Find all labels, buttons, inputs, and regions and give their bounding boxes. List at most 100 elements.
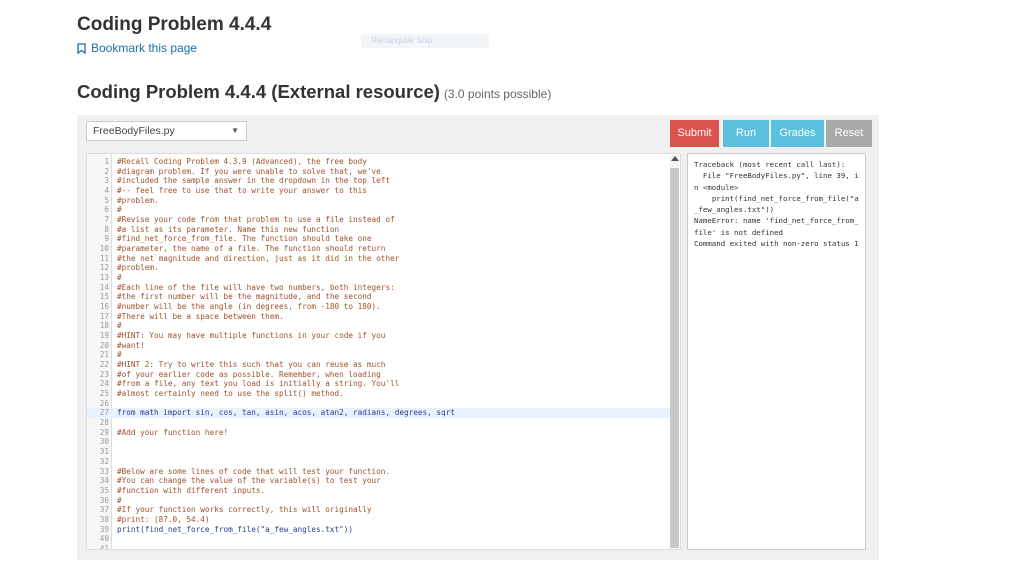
code-line[interactable]: 25 #almost certainly need to use the spli… [87, 389, 670, 399]
code-line[interactable]: 19 #HINT: You may have multiple functions… [87, 331, 670, 341]
section-title: Coding Problem 4.4.4 (External resource)… [77, 81, 551, 103]
code-line[interactable]: 28 [87, 418, 670, 428]
line-number: 33 [99, 466, 109, 476]
line-number: 16 [99, 302, 109, 312]
line-number: 29 [99, 427, 109, 437]
code-line[interactable]: 37 #If your function works correctly, thi… [87, 505, 670, 515]
code-line[interactable]: 27 from math import sin, cos, tan, asin, … [87, 408, 670, 419]
code-line[interactable]: 12 #problem. [87, 263, 670, 273]
code-text: #diagram problem. If you were unable to … [117, 166, 381, 176]
code-text: #You can change the value of the variabl… [117, 476, 381, 486]
line-number: 32 [99, 456, 109, 466]
code-line[interactable]: 8 #a list as its parameter. Name this new… [87, 225, 670, 235]
code-line[interactable]: 13 # [87, 273, 670, 283]
code-text: #the first number will be the magnitude,… [117, 292, 372, 302]
line-number: 38 [99, 514, 109, 524]
line-number: 10 [99, 244, 109, 254]
line-number: 6 [104, 205, 109, 215]
code-text: #number will be the angle (in degrees, f… [117, 302, 381, 312]
code-text: #Revise your code from that problem to u… [117, 215, 395, 225]
snip-tooltip: Rectangular Snip [361, 34, 489, 48]
code-line[interactable]: 17 #There will be a space between them. [87, 312, 670, 322]
file-select[interactable]: FreeBodyFiles.py ▼ [86, 121, 247, 141]
scroll-up-arrow-icon[interactable] [671, 156, 679, 161]
code-text: #problem. [117, 195, 159, 205]
line-number: 26 [99, 398, 109, 408]
code-text: # [117, 205, 122, 215]
code-line[interactable]: 15 #the first number will be the magnitud… [87, 292, 670, 302]
code-line[interactable]: 26 [87, 399, 670, 409]
code-line[interactable]: 1 #Recall Coding Problem 4.3.9 (Advanced)… [87, 157, 670, 167]
code-text: #If your function works correctly, this … [117, 505, 372, 515]
code-line[interactable]: 20 #want! [87, 341, 670, 351]
code-line[interactable]: 10 #parameter, the name of a file. The fu… [87, 244, 670, 254]
code-text: #find_net_force_from_file. The function … [117, 234, 372, 244]
line-number: 41 [99, 543, 109, 550]
line-number: 36 [99, 495, 109, 505]
code-line[interactable]: 14 #Each line of the file will have two n… [87, 283, 670, 293]
run-button[interactable]: Run [723, 120, 769, 147]
code-text: print(find_net_force_from_file("a_few_an… [117, 524, 354, 534]
grades-button[interactable]: Grades [771, 120, 824, 147]
code-line[interactable]: 22 #HINT 2: Try to write this such that y… [87, 360, 670, 370]
code-line[interactable]: 36 # [87, 496, 670, 506]
code-line[interactable]: 32 [87, 457, 670, 467]
code-line[interactable]: 5 #problem. [87, 196, 670, 206]
code-line[interactable]: 33 #Below are some lines of code that wil… [87, 467, 670, 477]
line-number: 19 [99, 331, 109, 341]
code-line[interactable]: 35 #function with different inputs. [87, 486, 670, 496]
code-line[interactable]: 3 #included the sample answer in the drop… [87, 176, 670, 186]
code-line[interactable]: 4 #-- feel free to use that to write your… [87, 186, 670, 196]
code-text: #function with different inputs. [117, 485, 266, 495]
code-text: #included the sample answer in the dropd… [117, 176, 391, 186]
line-number: 23 [99, 369, 109, 379]
code-line[interactable]: 34 #You can change the value of the varia… [87, 476, 670, 486]
line-number: 34 [99, 476, 109, 486]
code-line[interactable]: 29 #Add your function here! [87, 428, 670, 438]
reset-button[interactable]: Reset [826, 120, 872, 147]
code-line[interactable]: 24 #from a file, any text you load is ini… [87, 379, 670, 389]
code-text: #parameter, the name of a file. The func… [117, 244, 386, 254]
code-line[interactable]: 16 #number will be the angle (in degrees,… [87, 302, 670, 312]
code-text: from math import sin, cos, tan, asin, ac… [117, 408, 455, 418]
line-number: 3 [104, 176, 109, 186]
code-text: # [117, 273, 122, 283]
code-text: #Below are some lines of code that will … [117, 466, 391, 476]
code-line[interactable]: 2 #diagram problem. If you were unable to… [87, 167, 670, 177]
code-text: #the net magnitude and direction, just a… [117, 253, 400, 263]
section-title-text: Coding Problem 4.4.4 (External resource) [77, 81, 440, 102]
code-text: # [117, 350, 122, 360]
code-editor[interactable]: 1 #Recall Coding Problem 4.3.9 (Advanced)… [86, 153, 681, 550]
line-number: 21 [99, 350, 109, 360]
bookmark-label: Bookmark this page [91, 41, 198, 55]
line-number: 7 [104, 215, 109, 225]
code-line[interactable]: 30 [87, 437, 670, 447]
code-line[interactable]: 39 print(find_net_force_from_file("a_few_… [87, 525, 670, 535]
line-number: 25 [99, 389, 109, 399]
line-number: 39 [99, 524, 109, 534]
code-line[interactable]: 11 #the net magnitude and direction, just… [87, 254, 670, 264]
code-line[interactable]: 21 # [87, 350, 670, 360]
line-number: 11 [99, 253, 109, 263]
code-lines: 1 #Recall Coding Problem 4.3.9 (Advanced)… [87, 157, 670, 550]
line-number: 35 [99, 485, 109, 495]
code-line[interactable]: 41 [87, 543, 670, 550]
code-line[interactable]: 9 #find_net_force_from_file. The function… [87, 234, 670, 244]
submit-button[interactable]: Submit [670, 120, 719, 147]
code-line[interactable]: 38 #print: (87.0, 54.4) [87, 515, 670, 525]
code-text: #There will be a space between them. [117, 311, 284, 321]
line-number: 4 [104, 186, 109, 196]
code-text: #of your earlier code as possible. Remem… [117, 369, 381, 379]
line-number: 30 [99, 437, 109, 447]
line-number: 18 [99, 321, 109, 331]
editor-scroll-thumb[interactable] [670, 168, 679, 548]
line-number: 15 [99, 292, 109, 302]
code-line[interactable]: 40 [87, 534, 670, 544]
code-line[interactable]: 7 #Revise your code from that problem to … [87, 215, 670, 225]
code-line[interactable]: 31 [87, 447, 670, 457]
code-line[interactable]: 23 #of your earlier code as possible. Rem… [87, 370, 670, 380]
code-line[interactable]: 18 # [87, 321, 670, 331]
line-number: 31 [99, 447, 109, 457]
code-line[interactable]: 6 # [87, 205, 670, 215]
bookmark-link[interactable]: Bookmark this page [77, 41, 197, 55]
